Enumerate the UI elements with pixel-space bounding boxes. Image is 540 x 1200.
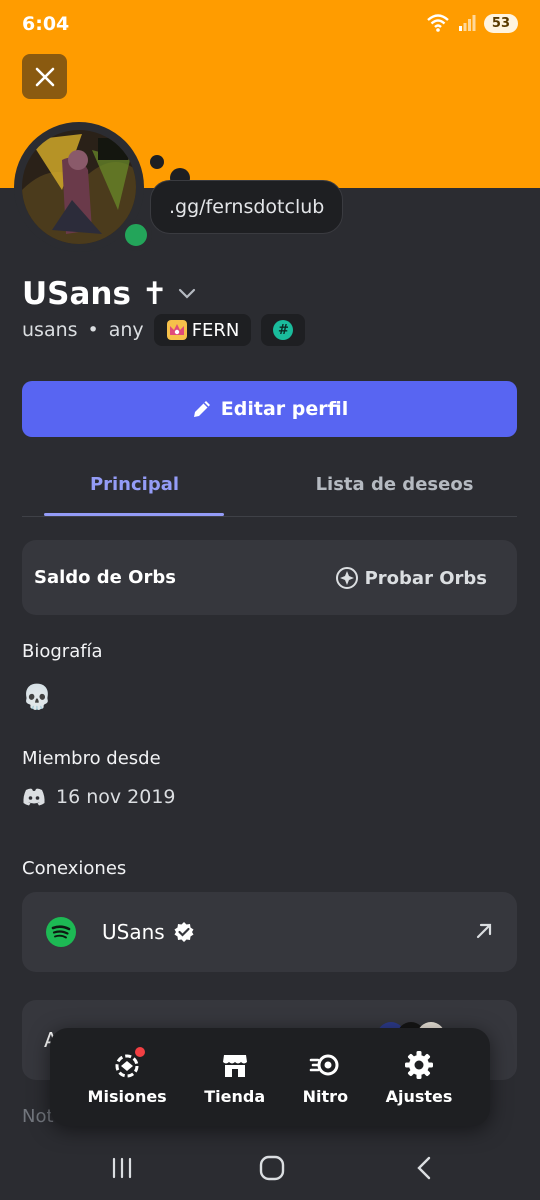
tab-wishlist[interactable]: Lista de deseos	[272, 474, 517, 495]
wifi-icon	[427, 14, 449, 32]
username: usans	[22, 319, 78, 341]
verified-icon	[174, 922, 194, 942]
guild-tag: FERN	[191, 319, 240, 341]
discord-logo-icon	[23, 788, 45, 806]
try-orbs-button[interactable]: Probar Orbs	[335, 566, 487, 590]
status-time: 6:04	[22, 13, 70, 35]
edit-profile-button[interactable]: Editar perfil	[22, 381, 517, 437]
custom-status-text: .gg/fernsdotclub	[169, 196, 325, 218]
nav-item-ajustes[interactable]: Ajustes	[385, 1049, 453, 1106]
recent-apps-icon[interactable]	[110, 1156, 134, 1180]
connections-title: Conexiones	[22, 858, 127, 879]
pencil-icon	[193, 401, 210, 417]
nitro-icon	[309, 1049, 341, 1081]
avatar[interactable]	[22, 130, 136, 244]
display-name-row[interactable]: USans ✝	[22, 276, 196, 312]
home-icon[interactable]	[259, 1155, 285, 1181]
nav-item-misiones[interactable]: Misiones	[87, 1046, 167, 1106]
battery-badge: 53	[483, 13, 518, 33]
settings-icon	[403, 1049, 435, 1081]
profile-tabs: Principal Lista de deseos	[22, 460, 517, 517]
tab-principal[interactable]: Principal	[22, 474, 247, 495]
orb-icon	[335, 567, 358, 589]
bio-content: 💀	[22, 683, 52, 711]
edit-profile-label: Editar perfil	[220, 398, 349, 420]
online-status-dot	[120, 219, 152, 251]
signal-icon	[458, 15, 476, 31]
nav-label: Ajustes	[385, 1086, 453, 1106]
hashtag-badge-icon: #	[273, 320, 294, 340]
hashtag-badge-chip[interactable]: #	[261, 314, 306, 346]
chevron-down-icon	[178, 288, 195, 299]
close-icon	[35, 67, 54, 86]
avatar-image	[22, 130, 136, 244]
nav-item-nitro[interactable]: Nitro	[303, 1049, 348, 1106]
member-since-title: Miembro desde	[22, 748, 161, 769]
pronouns: any	[108, 319, 144, 341]
connection-card-spotify[interactable]: USans	[22, 892, 517, 972]
nav-label: Tienda	[204, 1086, 266, 1106]
back-icon[interactable]	[414, 1155, 434, 1181]
notification-dot	[135, 1046, 146, 1057]
separator-dot: •	[87, 319, 99, 341]
connection-name-row: USans	[102, 920, 195, 944]
connection-name: USans	[102, 920, 165, 944]
active-tab-indicator	[44, 513, 224, 516]
member-since-row: 16 nov 2019	[22, 786, 176, 808]
shop-icon	[219, 1049, 251, 1081]
custom-status-bubble[interactable]: .gg/fernsdotclub	[150, 180, 344, 234]
orbs-card: Saldo de Orbs Probar Orbs	[22, 540, 517, 615]
member-since-date: 16 nov 2019	[56, 786, 176, 808]
close-button[interactable]	[22, 54, 67, 99]
nav-item-tienda[interactable]: Tienda	[204, 1049, 265, 1106]
orbs-balance-title: Saldo de Orbs	[34, 567, 176, 588]
system-navigation-bar	[0, 1136, 540, 1200]
crown-badge-icon	[166, 320, 187, 340]
spotify-icon	[46, 917, 76, 947]
try-orbs-label: Probar Orbs	[364, 567, 487, 589]
status-bar: 6:04 53	[0, 0, 540, 52]
partially-hidden-note: Not	[22, 1106, 54, 1127]
quests-icon	[111, 1046, 146, 1081]
avatar-container[interactable]	[14, 122, 152, 252]
status-bubble-dot	[150, 155, 164, 169]
display-name: USans ✝	[22, 276, 168, 312]
status-icons: 53	[426, 13, 518, 33]
external-link-arrow-icon	[476, 923, 492, 939]
nav-label: Nitro	[302, 1086, 349, 1106]
guild-tag-chip[interactable]: FERN	[153, 314, 252, 346]
username-row: usans • any FERN #	[22, 314, 306, 346]
bio-title: Biografía	[22, 641, 103, 662]
nav-label: Misiones	[87, 1086, 167, 1106]
bottom-nav-bar: Misiones Tienda Nitro Ajustes	[50, 1028, 490, 1126]
